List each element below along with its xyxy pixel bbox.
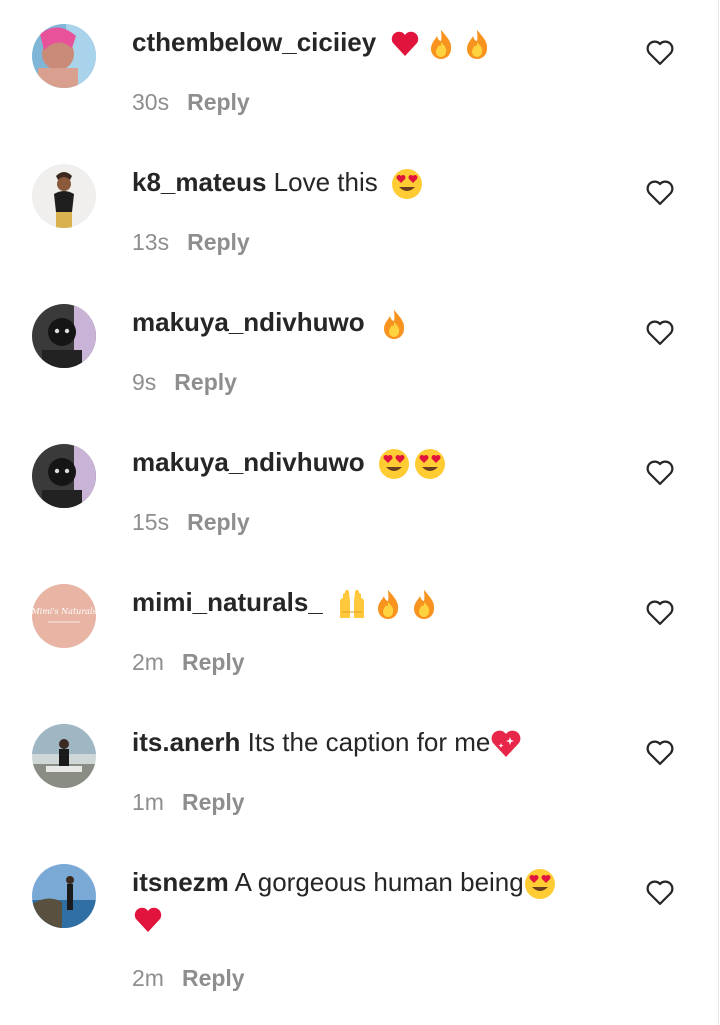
heart-outline-icon[interactable] (645, 598, 675, 626)
heart-outline-icon[interactable] (645, 458, 675, 486)
comment-text: A gorgeous human being (234, 867, 524, 897)
avatar[interactable] (32, 724, 96, 788)
emoji-group (524, 868, 556, 900)
comment-username[interactable]: itsnezm (132, 867, 229, 897)
avatar[interactable] (32, 864, 96, 928)
avatar[interactable] (32, 24, 96, 88)
comment-item: k8_mateus Love this 13s Reply (0, 140, 720, 280)
comment-username[interactable]: makuya_ndivhuwo (132, 447, 365, 477)
comment-line: mimi_naturals_ (132, 584, 602, 620)
avatar[interactable]: Mimi's Naturals (32, 584, 96, 648)
emoji-group (389, 28, 493, 60)
comment-username[interactable]: its.anerh (132, 727, 240, 757)
reply-button[interactable]: Reply (187, 509, 250, 535)
avatar[interactable] (32, 304, 96, 368)
heart-outline-icon[interactable] (645, 738, 675, 766)
comment-item: its.anerh Its the caption for me 1m Reply (0, 700, 720, 840)
comment-meta: 15s Reply (132, 507, 250, 537)
reply-button[interactable]: Reply (174, 369, 237, 395)
comment-username[interactable]: k8_mateus (132, 167, 266, 197)
comment-item: makuya_ndivhuwo 15s Reply (0, 420, 720, 560)
heart-eyes-icon (391, 169, 422, 200)
red-heart-icon (392, 31, 419, 57)
reply-button[interactable]: Reply (187, 229, 250, 255)
comment-meta: 2m Reply (132, 963, 245, 993)
avatar[interactable] (32, 444, 96, 508)
comment-line: makuya_ndivhuwo (132, 444, 602, 480)
fire-icon (431, 30, 452, 60)
comment-meta: 2m Reply (132, 647, 245, 677)
comment-second-line (132, 900, 602, 936)
comment-item: itsnezm A gorgeous human being 2m Reply (0, 840, 720, 1025)
reply-button[interactable]: Reply (182, 649, 245, 675)
reply-button[interactable]: Reply (182, 789, 245, 815)
heart-outline-icon[interactable] (645, 878, 675, 906)
comment-username[interactable]: cthembelow_ciciiey (132, 27, 376, 57)
fire-icon (467, 30, 488, 60)
fire-icon (383, 310, 404, 340)
comment-time: 1m (132, 789, 164, 815)
comment-time: 2m (132, 965, 164, 991)
comment-time: 2m (132, 649, 164, 675)
comment-username[interactable]: makuya_ndivhuwo (132, 307, 365, 337)
emoji-group (336, 588, 440, 620)
comment-meta: 1m Reply (132, 787, 245, 817)
comment-meta: 9s Reply (132, 367, 237, 397)
fire-icon (413, 590, 435, 620)
heart-eyes-icon (378, 449, 409, 480)
avatar-logo-text: Mimi's Naturals (32, 607, 96, 616)
comment-item: Mimi's Naturals mimi_naturals_ 2m Reply (0, 560, 720, 700)
comment-time: 9s (132, 369, 157, 395)
comment-time: 30s (132, 89, 170, 115)
red-heart-icon (134, 908, 162, 933)
comment-line: itsnezm A gorgeous human being (132, 864, 602, 936)
reply-button[interactable]: Reply (187, 89, 250, 115)
heart-outline-icon[interactable] (645, 38, 675, 66)
comment-username[interactable]: mimi_naturals_ (132, 587, 323, 617)
emoji-group (378, 308, 410, 340)
avatar[interactable] (32, 164, 96, 228)
comment-line: k8_mateus Love this (132, 164, 602, 200)
comment-item: cthembelow_ciciiey 30s Reply (0, 0, 720, 140)
comment-item: makuya_ndivhuwo 9s Reply (0, 280, 720, 420)
comment-meta: 30s Reply (132, 87, 250, 117)
comment-line: makuya_ndivhuwo (132, 304, 602, 340)
emoji-group (490, 728, 522, 760)
comment-time: 15s (132, 509, 170, 535)
emoji-group (378, 448, 446, 480)
heart-eyes-icon (524, 869, 555, 900)
heart-outline-icon[interactable] (645, 178, 675, 206)
heart-eyes-icon (414, 449, 445, 480)
heart-outline-icon[interactable] (645, 318, 675, 346)
fire-icon (377, 590, 399, 620)
comment-text: Love this (273, 167, 378, 197)
sparkling-heart-icon (492, 730, 521, 758)
comment-text: Its the caption for me (247, 727, 491, 757)
comment-time: 13s (132, 229, 170, 255)
emoji-group (391, 168, 423, 200)
raised-hands-icon (339, 590, 364, 619)
comment-line: its.anerh Its the caption for me (132, 724, 602, 760)
comment-line: cthembelow_ciciiey (132, 24, 602, 60)
comment-meta: 13s Reply (132, 227, 250, 257)
reply-button[interactable]: Reply (182, 965, 245, 991)
